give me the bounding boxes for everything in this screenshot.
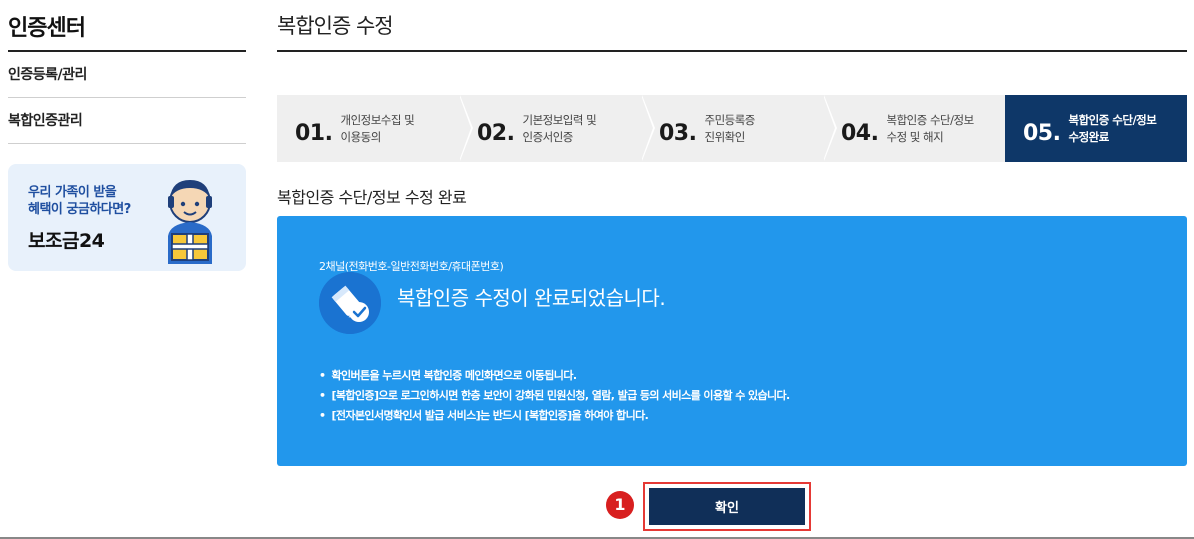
step-marker-badge: 1 <box>606 491 634 519</box>
step-progress: 01. 개인정보수집 및 이용동의 02. 기본정보입력 및 인증서인증 03.… <box>277 95 1187 162</box>
step-label: 기본정보입력 및 인증서인증 <box>522 112 597 144</box>
note-item: [전자본인서명확인서 발급 서비스]는 반드시 [복합인증]을 하여야 합니다. <box>319 406 790 426</box>
step-5-active: 05. 복합인증 수단/정보 수정완료 <box>1005 95 1187 162</box>
page-title: 복합인증 수정 <box>277 0 1187 52</box>
step-label: 복합인증 수단/정보 수정 및 해지 <box>886 112 974 144</box>
subsidy-banner[interactable]: 우리 가족이 받을 혜택이 궁금하다면? 보조금24 <box>8 164 246 271</box>
note-item: 확인버튼을 누르시면 복합인증 메인화면으로 이동됩니다. <box>319 366 790 386</box>
step-label: 개인정보수집 및 이용동의 <box>340 112 415 144</box>
completion-message: 복합인증 수정이 완료되었습니다. <box>397 286 666 310</box>
step-4: 04. 복합인증 수단/정보 수정 및 해지 <box>823 95 1005 162</box>
step-arrow <box>823 95 835 161</box>
step-label: 주민등록증 진위확인 <box>704 112 755 144</box>
sidebar-item-multi-auth[interactable]: 복합인증관리 <box>8 98 246 144</box>
confirm-highlight: 확인 <box>643 482 811 531</box>
step-number: 03. <box>659 121 697 146</box>
step-2: 02. 기본정보입력 및 인증서인증 <box>459 95 655 162</box>
section-title: 복합인증 수단/정보 수정 완료 <box>277 188 467 207</box>
step-label: 복합인증 수단/정보 수정완료 <box>1068 112 1157 144</box>
step-number: 02. <box>477 121 515 146</box>
note-item: [복합인증]으로 로그인하시면 한층 보안이 강화된 민원신청, 열람, 발급 … <box>319 386 790 406</box>
step-number: 05. <box>1023 121 1061 146</box>
step-arrow <box>641 95 653 161</box>
step-number: 04. <box>841 121 879 146</box>
step-3: 03. 주민등록증 진위확인 <box>641 95 837 162</box>
main-content: 복합인증 수정 01. 개인정보수집 및 이용동의 02. 기본정보입력 및 인… <box>277 0 1187 531</box>
step-1: 01. 개인정보수집 및 이용동의 <box>277 95 473 162</box>
sidebar-item-registration[interactable]: 인증등록/관리 <box>8 52 246 98</box>
step-arrow <box>459 95 471 161</box>
step-number: 01. <box>295 121 333 146</box>
notes-list: 확인버튼을 누르시면 복합인증 메인화면으로 이동됩니다. [복합인증]으로 로… <box>319 366 790 426</box>
sidebar: 인증센터 인증등록/관리 복합인증관리 우리 가족이 받을 혜택이 궁금하다면?… <box>8 0 246 271</box>
person-with-gift-icon <box>168 180 212 264</box>
pen-check-icon <box>319 272 381 334</box>
banner-brand: 보조금24 <box>28 230 105 252</box>
confirm-button[interactable]: 확인 <box>649 488 805 525</box>
completion-panel: 2채널(전화번호-일반전화번호/휴대폰번호) 복합인증 수정이 완료되었습니다.… <box>277 216 1187 466</box>
banner-text: 우리 가족이 받을 혜택이 궁금하다면? <box>28 185 131 217</box>
sidebar-title: 인증센터 <box>8 0 246 52</box>
